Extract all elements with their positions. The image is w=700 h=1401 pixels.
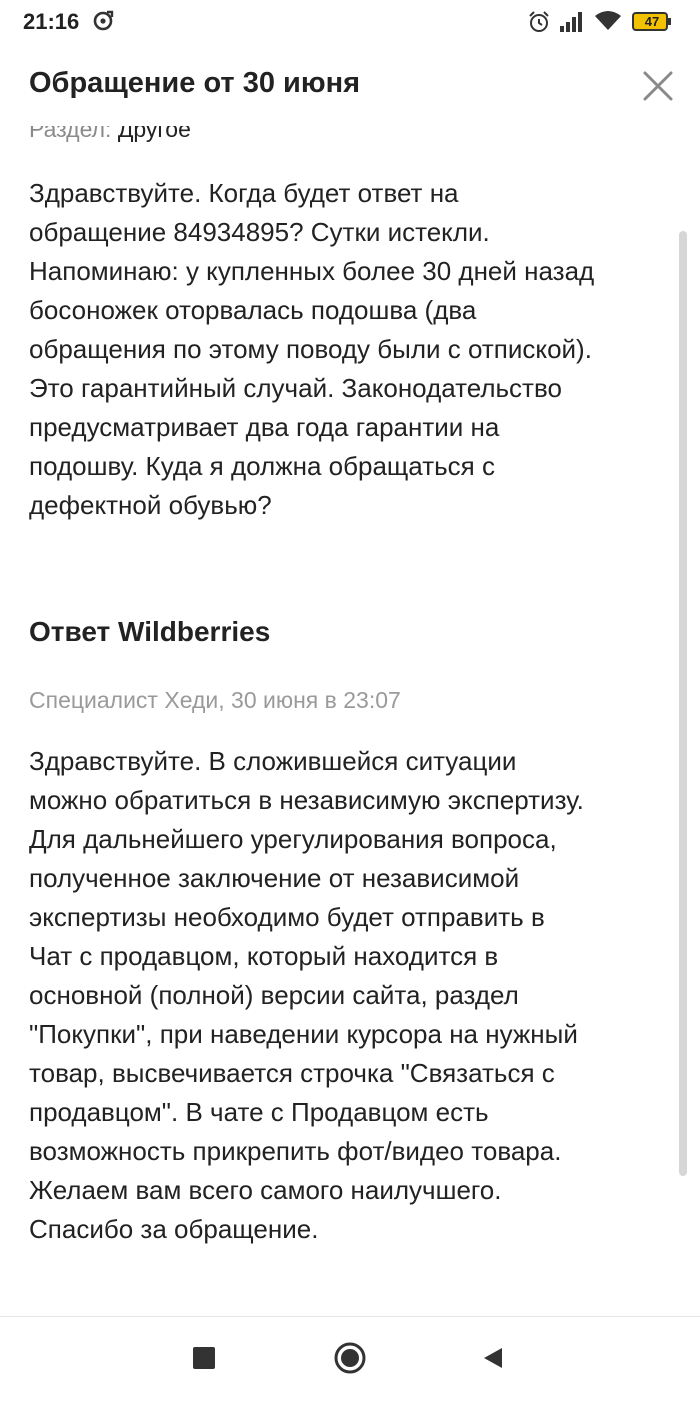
answer-message: Здравствуйте. В сложившейся ситуации мож…	[29, 746, 584, 1244]
back-icon[interactable]	[482, 1346, 504, 1370]
home-icon[interactable]	[333, 1341, 367, 1375]
signal-icon	[560, 12, 582, 32]
status-bar: 21:16 47	[0, 0, 700, 46]
status-time: 21:16	[23, 9, 80, 34]
sync-icon	[93, 10, 114, 31]
scrollbar[interactable]	[679, 231, 687, 1176]
section-label-value: Другое	[117, 126, 191, 142]
section-label-key: Раздел:	[29, 126, 112, 142]
cut-off-text	[29, 1283, 279, 1289]
close-icon[interactable]	[640, 68, 676, 104]
answer-title: Ответ Wildberries	[29, 616, 271, 647]
answer-meta: Специалист Хеди, 30 июня в 23:07	[29, 687, 401, 713]
wifi-icon	[595, 11, 621, 30]
section-label: Раздел: Другое	[29, 126, 191, 143]
page-title: Обращение от 30 июня	[29, 67, 361, 99]
recent-apps-icon[interactable]	[193, 1347, 215, 1369]
header: Обращение от 30 июня	[0, 46, 700, 126]
request-message: Здравствуйте. Когда будет ответ на обращ…	[29, 178, 595, 520]
battery-icon: 47	[632, 12, 672, 31]
navigation-bar	[0, 1316, 700, 1401]
appeal-content[interactable]: Раздел: Другое Здравствуйте. Когда будет…	[0, 126, 700, 1289]
alarm-icon	[529, 11, 549, 32]
battery-level: 47	[644, 14, 660, 29]
